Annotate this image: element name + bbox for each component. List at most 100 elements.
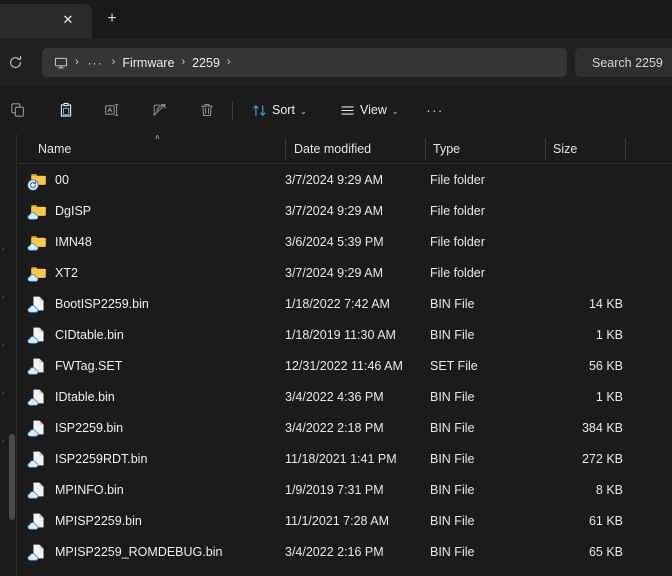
file-name-cell[interactable]: MPISP2259_ROMDEBUG.bin [18, 536, 278, 567]
refresh-icon[interactable] [0, 48, 30, 76]
date-modified-cell: 11/18/2021 1:41 PM [285, 443, 397, 474]
type-cell: BIN File [430, 288, 474, 319]
type-cell: BIN File [430, 505, 474, 536]
table-row[interactable]: MPISP2259_ROMDEBUG.bin3/4/2022 2:16 PMBI… [18, 536, 672, 567]
file-name-cell[interactable]: MPISP2259.bin [18, 505, 278, 536]
chevron-right-icon[interactable]: › [2, 294, 10, 302]
date-modified-cell: 3/7/2024 9:29 AM [285, 164, 383, 195]
breadcrumb-separator[interactable]: › [105, 57, 123, 68]
column-divider[interactable] [425, 138, 426, 160]
new-tab-icon[interactable]: + [98, 7, 126, 31]
chevron-down-icon: ⌄ [300, 107, 307, 116]
sort-label: Sort [272, 103, 295, 117]
this-pc-monitor-icon[interactable] [54, 56, 68, 70]
table-row[interactable]: IMN483/6/2024 5:39 PMFile folder [18, 226, 672, 257]
table-row[interactable]: XT23/7/2024 9:29 AMFile folder [18, 257, 672, 288]
file-name-cell[interactable]: DgISP [18, 195, 278, 226]
column-divider[interactable] [625, 138, 626, 160]
column-divider[interactable] [545, 138, 546, 160]
file-name-label: BootISP2259.bin [55, 297, 149, 311]
type-cell: SET File [430, 350, 478, 381]
date-modified-cell: 3/7/2024 9:29 AM [285, 195, 383, 226]
file-name-label: MPISP2259_ROMDEBUG.bin [55, 545, 222, 559]
file-name-label: IDtable.bin [55, 390, 115, 404]
file-name-label: XT2 [55, 266, 78, 280]
table-row[interactable]: DgISP3/7/2024 9:29 AMFile folder [18, 195, 672, 226]
view-button[interactable]: View ⌄ [334, 94, 405, 126]
breadcrumb-separator[interactable]: › [220, 57, 238, 68]
date-modified-cell: 11/1/2021 7:28 AM [285, 505, 389, 536]
column-header-type[interactable]: Type [433, 134, 460, 164]
date-modified-cell: 1/9/2019 7:31 PM [285, 474, 384, 505]
more-options-button[interactable]: ··· [420, 94, 450, 126]
rename-icon[interactable] [96, 94, 128, 126]
file-icon [30, 481, 47, 498]
paste-icon[interactable] [50, 94, 82, 126]
file-icon [30, 450, 47, 467]
file-name-label: IMN48 [55, 235, 92, 249]
date-modified-cell: 12/31/2022 11:46 AM [285, 350, 403, 381]
table-row[interactable]: MPINFO.bin1/9/2019 7:31 PM BIN File8 KB [18, 474, 672, 505]
copy-icon[interactable] [2, 94, 34, 126]
file-icon [30, 357, 47, 374]
file-name-cell[interactable]: MPINFO.bin [18, 474, 278, 505]
size-cell: 272 KB [473, 443, 623, 474]
chevron-right-icon[interactable]: › [2, 342, 10, 350]
table-row[interactable]: ISP2259RDT.bin11/18/2021 1:41 PM BIN File… [18, 443, 672, 474]
address-bar-region: › ··· › Firmware › 2259 › Search 2259 [0, 38, 672, 86]
file-icon [30, 543, 47, 560]
file-icon [30, 295, 47, 312]
sort-button[interactable]: Sort ⌄ [246, 94, 313, 126]
type-cell: BIN File [430, 443, 474, 474]
size-cell: 8 KB [473, 474, 623, 505]
breadcrumb-overflow[interactable]: ··· [86, 56, 105, 70]
file-name-label: 00 [55, 173, 69, 187]
size-cell: 14 KB [473, 288, 623, 319]
breadcrumb-item-firmware[interactable]: Firmware [122, 56, 174, 70]
date-modified-cell: 3/4/2022 2:18 PM [285, 412, 384, 443]
type-cell: BIN File [430, 319, 474, 350]
table-row[interactable]: CIDtable.bin1/18/2019 11:30 AMBIN File1 … [18, 319, 672, 350]
breadcrumb-item-2259[interactable]: 2259 [192, 56, 220, 70]
column-header-size[interactable]: Size [553, 134, 577, 164]
column-header-name[interactable]: Name [38, 134, 71, 164]
tab-close-icon[interactable]: ✕ [54, 7, 82, 31]
table-row[interactable]: BootISP2259.bin1/18/2022 7:42 AMBIN File… [18, 288, 672, 319]
breadcrumb[interactable]: › ··· › Firmware › 2259 › [42, 48, 567, 77]
breadcrumb-separator[interactable]: › [68, 57, 86, 68]
table-row[interactable]: 003/7/2024 9:29 AMFile folder [18, 164, 672, 195]
chevron-right-icon[interactable]: › [2, 246, 10, 254]
chevron-right-icon[interactable]: › [2, 390, 10, 398]
file-icon [30, 512, 47, 529]
column-header-date-modified[interactable]: Date modified [294, 134, 371, 164]
navigation-pane[interactable]: › › › › › [0, 134, 17, 576]
file-icon [30, 388, 47, 405]
file-name-label: DgISP [55, 204, 91, 218]
size-cell [473, 226, 623, 257]
date-modified-cell: 3/6/2024 5:39 PM [285, 226, 384, 257]
search-input[interactable]: Search 2259 [575, 48, 672, 77]
chevron-down-icon: ⌄ [392, 107, 399, 116]
share-icon[interactable] [144, 94, 176, 126]
table-row[interactable]: MPISP2259.bin11/1/2021 7:28 AMBIN File61… [18, 505, 672, 536]
file-icon [30, 419, 47, 436]
file-name-cell[interactable]: XT2 [18, 257, 278, 288]
file-name-cell[interactable]: BootISP2259.bin [18, 288, 278, 319]
file-name-cell[interactable]: IMN48 [18, 226, 278, 257]
table-row[interactable]: ISP2259.bin3/4/2022 2:18 PMBIN File384 K… [18, 412, 672, 443]
file-name-cell[interactable]: CIDtable.bin [18, 319, 278, 350]
size-cell [473, 257, 623, 288]
file-name-cell[interactable]: ISP2259.bin [18, 412, 278, 443]
file-name-cell[interactable]: IDtable.bin [18, 381, 278, 412]
file-name-cell[interactable]: ISP2259RDT.bin [18, 443, 278, 474]
file-name-cell[interactable]: FWTag.SET [18, 350, 278, 381]
breadcrumb-separator[interactable]: › [174, 57, 192, 68]
table-row[interactable]: FWTag.SET12/31/2022 11:46 AMSET File56 K… [18, 350, 672, 381]
table-row[interactable]: IDtable.bin3/4/2022 4:36 PMBIN File1 KB [18, 381, 672, 412]
column-divider[interactable] [285, 138, 286, 160]
type-cell: BIN File [430, 474, 474, 505]
navigation-pane-scrollbar[interactable] [9, 434, 15, 520]
file-name-cell[interactable]: 00 [18, 164, 278, 195]
delete-icon[interactable] [191, 94, 223, 126]
file-name-label: MPISP2259.bin [55, 514, 142, 528]
